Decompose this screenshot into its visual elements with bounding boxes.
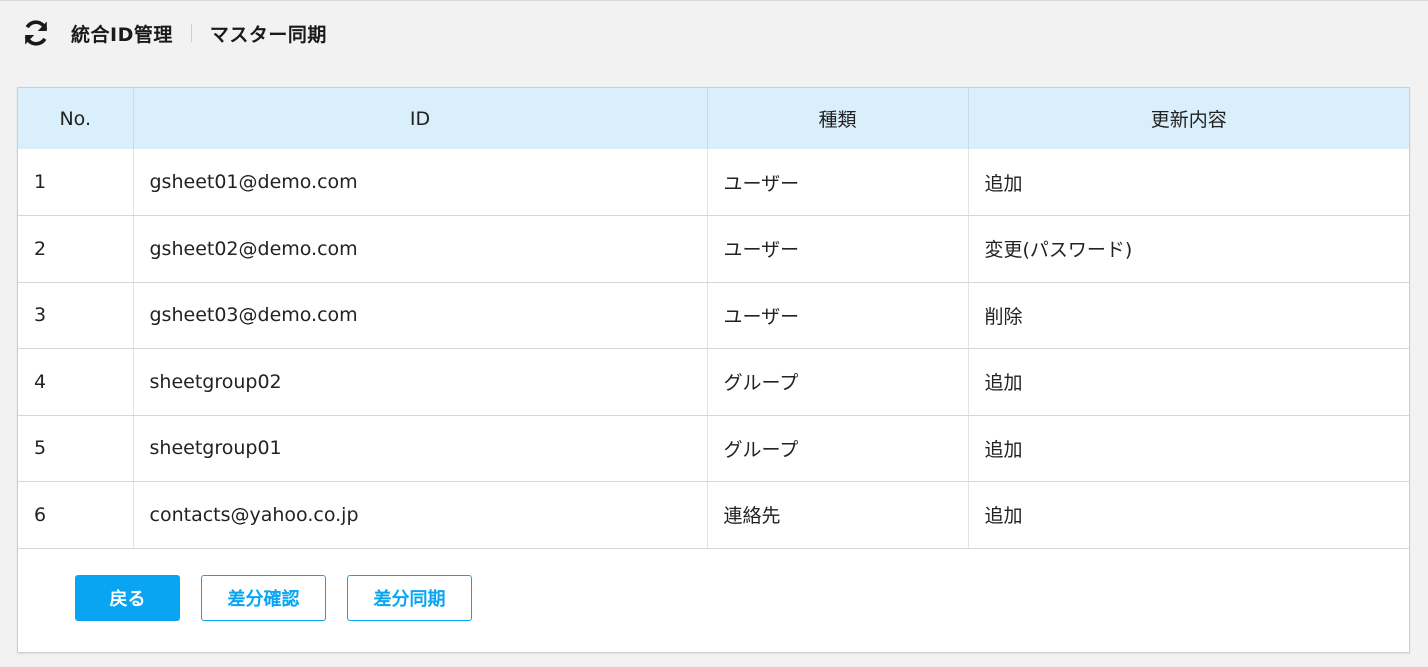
- table-row[interactable]: 2 gsheet02@demo.com ユーザー 変更(パスワード): [18, 215, 1409, 283]
- diff-sync-button[interactable]: 差分同期: [347, 575, 472, 621]
- cell-id: gsheet03@demo.com: [133, 282, 708, 349]
- table-row[interactable]: 1 gsheet01@demo.com ユーザー 追加: [18, 149, 1409, 216]
- cell-type: 連絡先: [707, 481, 969, 549]
- cell-id: gsheet01@demo.com: [133, 149, 708, 216]
- cell-no: 5: [18, 415, 134, 482]
- column-header-id[interactable]: ID: [133, 88, 708, 149]
- cell-type: グループ: [707, 415, 969, 482]
- column-header-change[interactable]: 更新内容: [968, 88, 1409, 149]
- cell-change: 追加: [968, 415, 1409, 482]
- page-title: マスター同期: [209, 23, 327, 46]
- table-row[interactable]: 3 gsheet03@demo.com ユーザー 削除: [18, 282, 1409, 349]
- cell-type: ユーザー: [707, 149, 969, 216]
- column-header-type[interactable]: 種類: [707, 88, 969, 149]
- cell-no: 3: [18, 282, 134, 349]
- cell-no: 6: [18, 481, 134, 549]
- app-title: 統合ID管理: [71, 23, 173, 46]
- cell-no: 4: [18, 348, 134, 416]
- diff-check-button[interactable]: 差分確認: [201, 575, 326, 621]
- table-row[interactable]: 5 sheetgroup01 グループ 追加: [18, 415, 1409, 482]
- cell-type: グループ: [707, 348, 969, 416]
- cell-id: contacts@yahoo.co.jp: [133, 481, 708, 549]
- cell-type: ユーザー: [707, 282, 969, 349]
- table-row[interactable]: 6 contacts@yahoo.co.jp 連絡先 追加: [18, 481, 1409, 549]
- cell-id: sheetgroup02: [133, 348, 708, 416]
- cell-change: 変更(パスワード): [968, 215, 1409, 283]
- cell-no: 1: [18, 149, 134, 216]
- cell-no: 2: [18, 215, 134, 283]
- title-separator: [190, 24, 192, 42]
- back-button[interactable]: 戻る: [75, 575, 180, 621]
- cell-type: ユーザー: [707, 215, 969, 283]
- column-header-no[interactable]: No.: [18, 88, 134, 149]
- cell-change: 追加: [968, 149, 1409, 216]
- sync-panel: No. ID 種類 更新内容 1 gsheet01@demo.com ユーザー …: [17, 87, 1410, 653]
- table-row[interactable]: 4 sheetgroup02 グループ 追加: [18, 348, 1409, 416]
- cell-change: 追加: [968, 481, 1409, 549]
- cell-id: gsheet02@demo.com: [133, 215, 708, 283]
- sync-table: No. ID 種類 更新内容 1 gsheet01@demo.com ユーザー …: [18, 88, 1409, 549]
- sync-icon: [21, 18, 51, 48]
- action-bar: 戻る 差分確認 差分同期: [75, 575, 472, 621]
- cell-id: sheetgroup01: [133, 415, 708, 482]
- cell-change: 削除: [968, 282, 1409, 349]
- cell-change: 追加: [968, 348, 1409, 416]
- page-header: 統合ID管理 マスター同期: [0, 0, 1428, 66]
- table-header-row: No. ID 種類 更新内容: [18, 88, 1409, 149]
